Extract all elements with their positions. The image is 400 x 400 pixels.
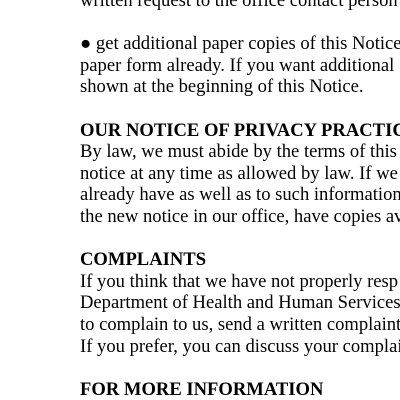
complaints-line-1: If you think that we have not properly r… bbox=[80, 270, 399, 292]
notice-document-body: written request to the office contact pe… bbox=[80, 0, 400, 400]
privacy-practices-heading: OUR NOTICE OF PRIVACY PRACTICES bbox=[80, 119, 400, 141]
bullet-line-1: ● get additional paper copies of this No… bbox=[80, 33, 400, 55]
bullet-line-2: paper form already. If you want addition… bbox=[80, 54, 395, 76]
privacy-line-4: the new notice in our office, have copie… bbox=[80, 205, 400, 227]
document-page: written request to the office contact pe… bbox=[0, 0, 400, 400]
privacy-line-2: notice at any time as allowed by law. If… bbox=[80, 162, 398, 184]
bullet-text-1: get additional paper copies of this Noti… bbox=[95, 33, 400, 55]
intro-fragment-line: written request to the office contact pe… bbox=[80, 0, 398, 11]
bullet-line-3: shown at the beginning of this Notice. bbox=[80, 76, 364, 98]
bullet-icon: ● bbox=[80, 33, 92, 55]
bullet-item: ● get additional paper copies of this No… bbox=[80, 33, 400, 98]
complaints-line-4: If you prefer, you can discuss your comp… bbox=[80, 335, 400, 357]
privacy-line-1: By law, we must abide by the terms of th… bbox=[80, 141, 397, 163]
privacy-practices-section: OUR NOTICE OF PRIVACY PRACTICES By law, … bbox=[80, 120, 400, 228]
complaints-heading: COMPLAINTS bbox=[80, 249, 207, 271]
complaints-line-3: to complain to us, send a written compla… bbox=[80, 313, 400, 335]
complaints-section: COMPLAINTS If you think that we have not… bbox=[80, 249, 400, 357]
complaints-line-2: Department of Health and Human Services bbox=[80, 292, 400, 314]
privacy-line-3: already have as well as to such informat… bbox=[80, 184, 400, 206]
more-information-section: FOR MORE INFORMATION bbox=[80, 379, 400, 400]
more-information-heading: FOR MORE INFORMATION bbox=[80, 378, 324, 400]
